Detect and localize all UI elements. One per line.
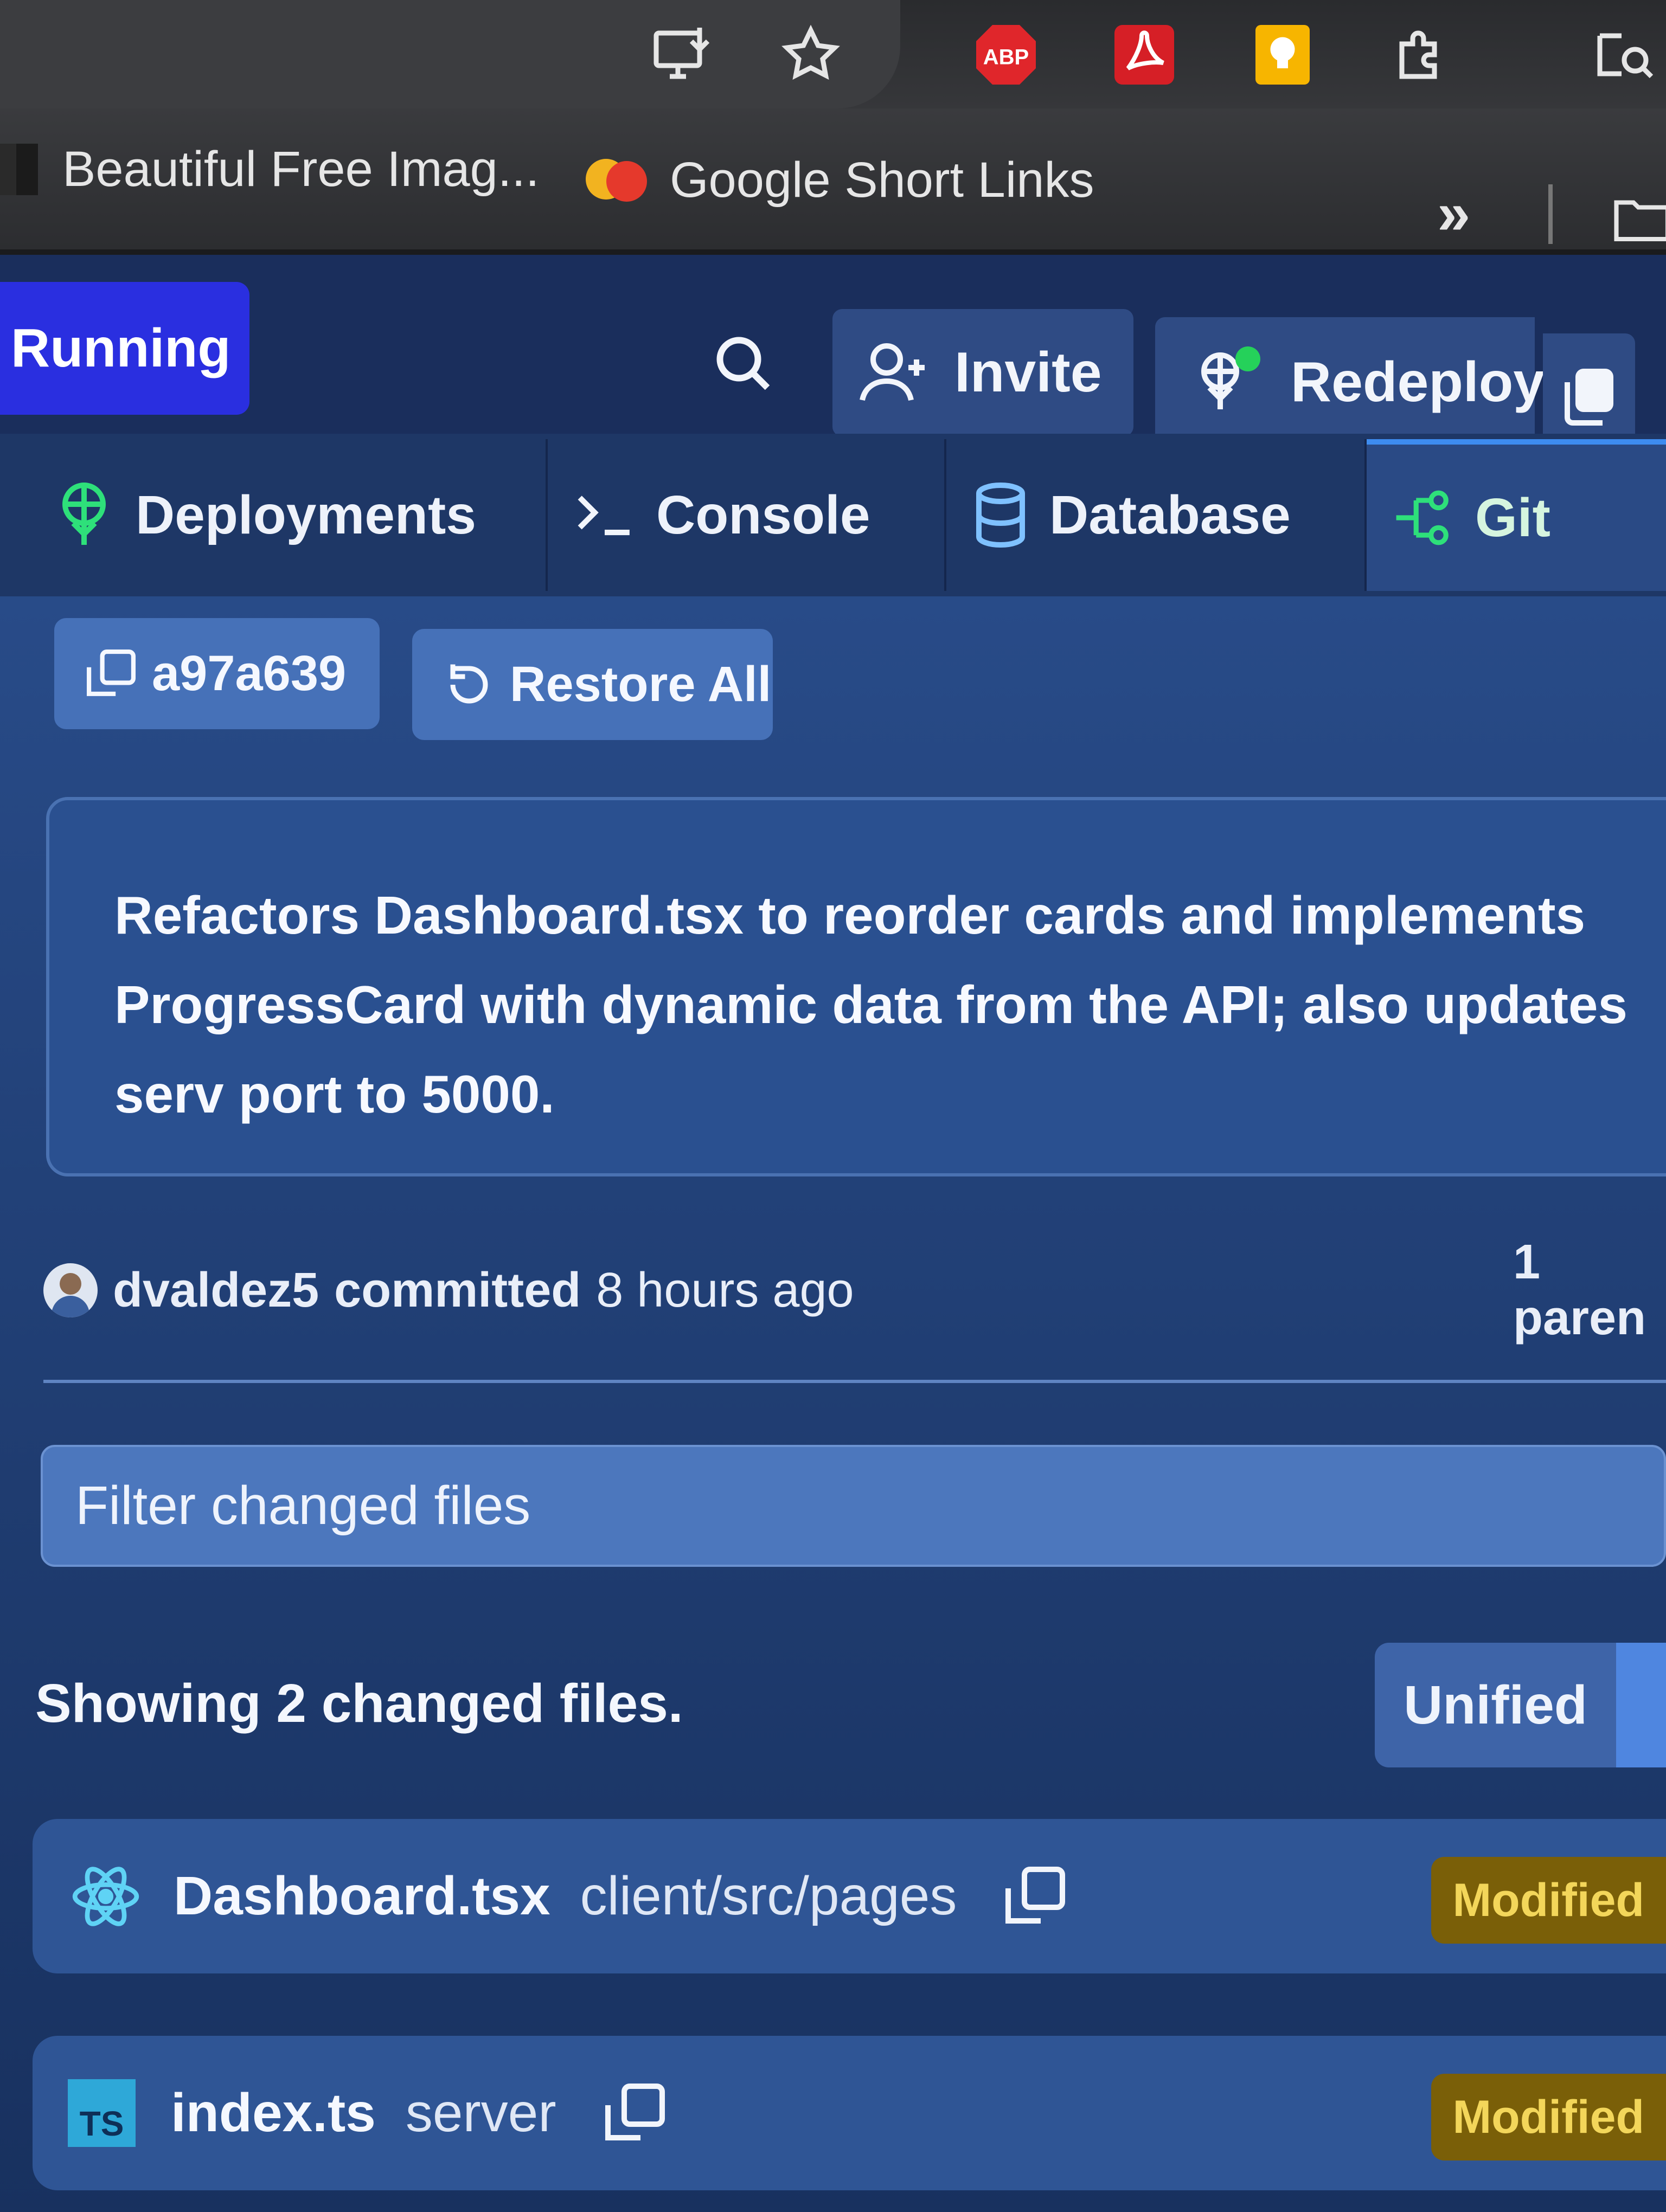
commit-author[interactable]: dvaldez5 [113, 1263, 319, 1319]
status-badge: Modified [1431, 2074, 1666, 2160]
redeploy-label: Redeploy [1291, 350, 1545, 414]
copy-icon [87, 649, 136, 696]
restore-icon [450, 664, 488, 703]
file-name: index.ts [171, 2082, 376, 2143]
bookmark-label: Google Short Links [670, 152, 1094, 208]
tab-git[interactable]: Git [1367, 439, 1666, 591]
commit-message-box: Refactors Dashboard.tsx to reorder cards… [46, 797, 1666, 1176]
file-path: server [405, 2082, 556, 2143]
tab-database[interactable]: Database [946, 439, 1367, 591]
invite-button[interactable]: Invite [832, 309, 1133, 436]
divider [43, 1380, 1666, 1383]
unified-label: Unified [1404, 1674, 1587, 1735]
database-icon [976, 483, 1025, 548]
star-icon[interactable] [776, 20, 846, 90]
svg-text:ABP: ABP [983, 46, 1029, 69]
typescript-icon: TS [68, 2079, 136, 2147]
file-name: Dashboard.tsx [174, 1866, 550, 1926]
folder-icon[interactable] [1613, 195, 1666, 247]
tab-label: Console [656, 484, 870, 545]
commit-hash-button[interactable]: a97a639 [54, 618, 380, 729]
pdf-icon[interactable] [1109, 20, 1180, 90]
restore-all-button[interactable]: Restore All [412, 629, 773, 740]
shortlinks-icon [586, 158, 647, 202]
invite-label: Invite [954, 341, 1102, 404]
filter-files-input[interactable] [75, 1475, 1664, 1537]
commit-time: 8 hours ago [596, 1263, 854, 1317]
copy-path-icon[interactable] [1005, 1866, 1066, 1926]
tab-label: Deployments [136, 484, 476, 545]
bookmark-google-short-links[interactable]: Google Short Links [586, 152, 1094, 209]
commit-meta: dvaldez5 committed 8 hours ago 1 paren [43, 1235, 1666, 1345]
redeploy-icon [1193, 346, 1260, 415]
file-row[interactable]: TS index.ts server Modified [33, 2036, 1666, 2190]
bookmark-unsplash[interactable]: Beautiful Free Imag... [0, 141, 540, 198]
deployments-icon [62, 483, 106, 545]
file-row[interactable]: Dashboard.tsx client/src/pages Modified [33, 1819, 1666, 1973]
install-icon[interactable] [648, 20, 719, 90]
adblock-icon[interactable]: ABP [971, 20, 1041, 90]
unified-view-button[interactable]: Unified [1375, 1643, 1616, 1767]
copy-path-icon[interactable] [605, 2083, 665, 2143]
tab-console[interactable]: Console [548, 439, 946, 591]
terminal-icon [578, 496, 630, 536]
git-branch-icon [1396, 490, 1449, 545]
unsplash-icon [0, 144, 38, 195]
browser-toolbar: ABP [0, 0, 1666, 108]
keep-icon[interactable] [1247, 20, 1318, 90]
tab-deployments[interactable]: Deployments [24, 439, 548, 591]
commit-action: committed [334, 1263, 581, 1317]
commit-message: Refactors Dashboard.tsx to reorder cards… [114, 885, 1627, 1124]
status-badge: Running [0, 282, 249, 415]
avatar[interactable] [43, 1263, 98, 1317]
restore-all-label: Restore All [510, 657, 772, 712]
split-view-button[interactable] [1616, 1643, 1666, 1767]
search-icon[interactable] [710, 331, 776, 398]
bookmark-label: Beautiful Free Imag... [62, 142, 540, 197]
filter-files-input-wrapper [41, 1445, 1666, 1567]
extensions-icon[interactable] [1388, 20, 1459, 90]
bookmarks-separator [1548, 184, 1553, 244]
redeploy-button[interactable]: Redeploy [1155, 317, 1545, 447]
bookmarks-overflow-button[interactable]: » [1437, 179, 1470, 248]
file-path: client/src/pages [580, 1866, 957, 1926]
add-user-icon [860, 343, 925, 401]
address-bar[interactable] [0, 0, 900, 108]
tab-label: Database [1049, 484, 1291, 545]
status-badge: Modified [1431, 1857, 1666, 1944]
react-icon [72, 1866, 139, 1926]
tab-search-icon[interactable] [1589, 20, 1659, 90]
changed-files-summary: Showing 2 changed files. [35, 1673, 683, 1734]
copy-icon [1565, 369, 1613, 426]
commit-parents[interactable]: 1 paren [1513, 1234, 1666, 1346]
commit-hash: a97a639 [152, 646, 347, 701]
tab-label: Git [1475, 487, 1550, 548]
